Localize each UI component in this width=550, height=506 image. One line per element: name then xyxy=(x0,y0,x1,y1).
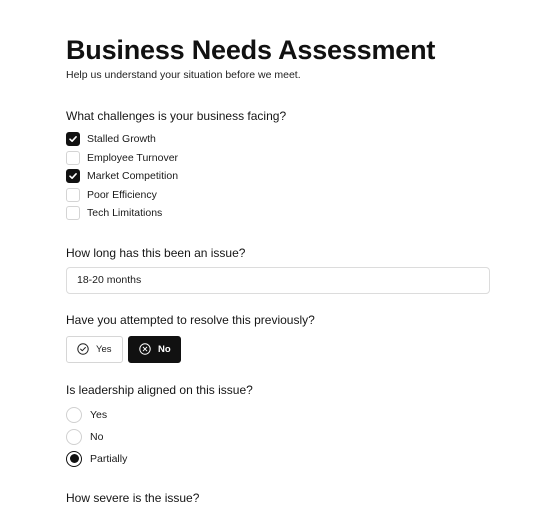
poor-efficiency-label: Poor Efficiency xyxy=(87,188,157,201)
leadership-no-radio[interactable] xyxy=(66,428,82,445)
leadership-option-no[interactable]: No xyxy=(66,426,550,448)
page-title: Business Needs Assessment xyxy=(66,35,436,65)
check-icon xyxy=(69,136,77,143)
circle-x-icon xyxy=(139,343,151,355)
challenges-checkbox-list: Stalled Growth Employee Turnover Market … xyxy=(66,130,550,223)
no-button[interactable]: No xyxy=(128,335,181,363)
challenge-option-market-competition[interactable]: Market Competition xyxy=(66,167,550,186)
duration-question: How long has this been an issue? xyxy=(66,245,246,260)
challenges-question: What challenges is your business facing? xyxy=(66,109,287,123)
challenge-option-employee-turnover[interactable]: Employee Turnover xyxy=(66,149,550,168)
attempted-toggle-group: Yes No xyxy=(66,335,550,363)
market-competition-checkbox[interactable] xyxy=(66,169,80,184)
challenge-option-stalled-growth[interactable]: Stalled Growth xyxy=(66,130,550,149)
assessment-page: Business Needs Assessment Help us unders… xyxy=(0,0,550,505)
yes-button-label: Yes xyxy=(96,343,112,355)
leadership-radio-group: Yes No Partially xyxy=(66,404,550,470)
check-icon xyxy=(69,173,77,180)
tech-limitations-label: Tech Limitations xyxy=(87,207,163,220)
stalled-growth-checkbox[interactable] xyxy=(66,132,80,147)
leadership-yes-label: Yes xyxy=(90,408,108,421)
leadership-option-partially[interactable]: Partially xyxy=(66,448,550,470)
stalled-growth-label: Stalled Growth xyxy=(87,133,156,146)
leadership-yes-radio[interactable] xyxy=(66,406,82,423)
leadership-no-label: No xyxy=(90,430,104,443)
leadership-partially-label: Partially xyxy=(90,452,128,465)
yes-button[interactable]: Yes xyxy=(66,335,123,363)
circle-check-icon xyxy=(77,343,89,355)
attempted-question: Have you attempted to resolve this previ… xyxy=(66,312,315,327)
employee-turnover-checkbox[interactable] xyxy=(66,150,80,165)
leadership-partially-radio[interactable] xyxy=(66,450,82,467)
duration-input[interactable] xyxy=(66,266,490,294)
leadership-option-yes[interactable]: Yes xyxy=(66,404,550,426)
employee-turnover-label: Employee Turnover xyxy=(87,151,179,164)
market-competition-label: Market Competition xyxy=(87,170,179,183)
leadership-question: Is leadership aligned on this issue? xyxy=(66,382,253,397)
tech-limitations-checkbox[interactable] xyxy=(66,206,80,221)
severity-question: How severe is the issue? xyxy=(66,490,200,505)
challenge-option-poor-efficiency[interactable]: Poor Efficiency xyxy=(66,186,550,205)
poor-efficiency-checkbox[interactable] xyxy=(66,187,80,202)
challenge-option-tech-limitations[interactable]: Tech Limitations xyxy=(66,204,550,223)
no-button-label: No xyxy=(158,343,171,355)
radio-dot-icon xyxy=(69,454,79,463)
page-subtitle: Help us understand your situation before… xyxy=(66,69,301,81)
